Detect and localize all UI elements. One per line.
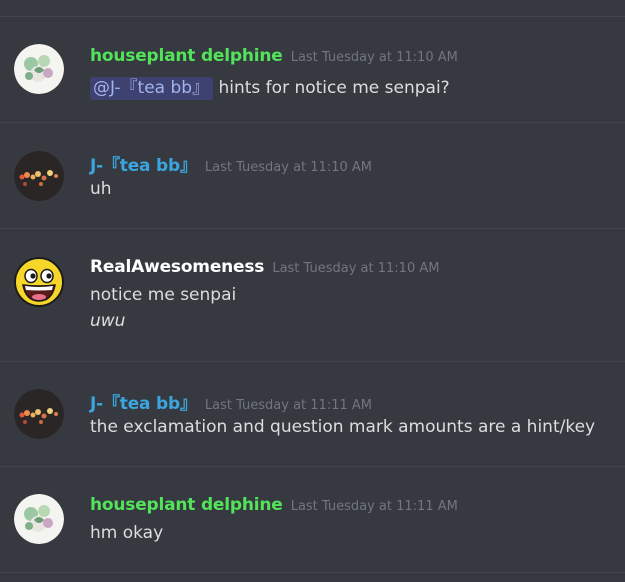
awesome-face-avatar-icon[interactable] <box>14 257 64 307</box>
succulent-avatar-icon[interactable] <box>14 44 64 94</box>
message-header: RealAwesomeness Last Tuesday at 11:10 AM <box>90 257 439 277</box>
message-content: @J-『tea bb』 hints for notice me senpai? <box>90 73 450 100</box>
message-list: houseplant delphine Last Tuesday at 11:1… <box>0 0 625 582</box>
author-name[interactable]: houseplant delphine <box>90 495 283 515</box>
message-timestamp: Last Tuesday at 11:10 AM <box>204 160 372 175</box>
message-group: houseplant delphine Last Tuesday at 11:1… <box>0 17 625 122</box>
succulent-avatar-icon[interactable] <box>14 494 64 544</box>
message-timestamp: Last Tuesday at 11:10 AM <box>272 261 440 276</box>
author-name[interactable]: houseplant delphine <box>90 46 283 66</box>
message-group: J-『tea bb』 Last Tuesday at 11:11 AM the … <box>0 362 625 466</box>
message-text: notice me senpai <box>90 285 237 305</box>
message-timestamp: Last Tuesday at 11:10 AM <box>290 50 458 65</box>
message-text: uh <box>90 179 112 199</box>
message-header: J-『tea bb』 Last Tuesday at 11:11 AM <box>90 389 372 414</box>
author-name[interactable]: J-『tea bb』 <box>90 394 197 414</box>
author-name[interactable]: J-『tea bb』 <box>90 156 197 176</box>
bokeh-lights-avatar-icon[interactable] <box>14 151 64 201</box>
author-name[interactable]: RealAwesomeness <box>90 257 264 277</box>
message-header: J-『tea bb』 Last Tuesday at 11:10 AM <box>90 151 372 176</box>
message-text: hm okay <box>90 523 164 543</box>
user-mention[interactable]: @J-『tea bb』 <box>90 77 214 100</box>
message-header: houseplant delphine Last Tuesday at 11:1… <box>90 495 458 515</box>
message-group: J-『tea bb』 Last Tuesday at 11:10 AM uh <box>0 123 625 228</box>
message-header: houseplant delphine Last Tuesday at 11:1… <box>90 46 458 66</box>
message-timestamp: Last Tuesday at 11:11 AM <box>290 499 458 514</box>
message-timestamp: Last Tuesday at 11:11 AM <box>204 398 372 413</box>
message-divider <box>0 572 625 573</box>
message-group: RealAwesomeness Last Tuesday at 11:10 AM… <box>0 229 625 361</box>
message-group: houseplant delphine Last Tuesday at 11:1… <box>0 467 625 572</box>
bokeh-lights-avatar-icon[interactable] <box>14 389 64 439</box>
message-text: uwu <box>90 311 126 331</box>
message-text: the exclamation and question mark amount… <box>90 417 596 437</box>
message-text: hints for notice me senpai? <box>218 78 450 98</box>
